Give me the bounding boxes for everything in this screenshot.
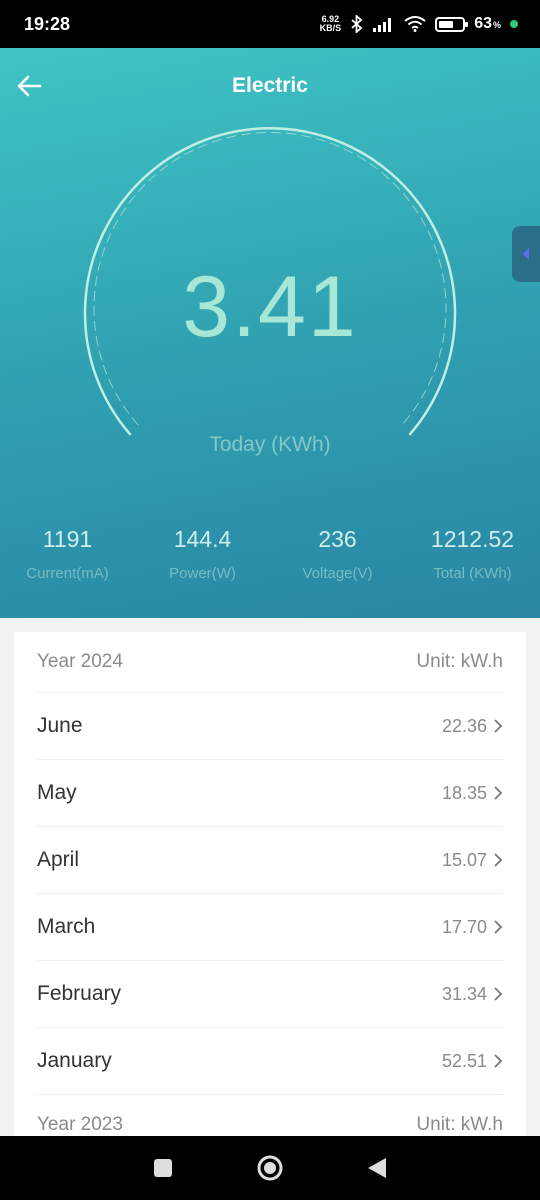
- bluetooth-icon: [351, 15, 363, 33]
- home-circle-icon: [257, 1155, 283, 1181]
- battery-fill: [439, 20, 454, 28]
- month-name: February: [37, 982, 122, 1005]
- gauge-value: 3.41: [182, 259, 358, 355]
- monthly-history-card: Year 2024 Unit: kW.h June 22.36 May 18.3…: [14, 632, 526, 1142]
- stat-value: 236: [318, 526, 357, 552]
- status-bar: 19:28 6.92 KB/S 63%: [0, 0, 540, 48]
- stat-label: Total (KWh): [433, 565, 512, 582]
- chevron-right-icon: [494, 786, 503, 800]
- stat-current: 1191 Current(mA): [0, 526, 135, 582]
- back-nav-button[interactable]: [357, 1148, 397, 1188]
- stat-power: 144.4 Power(W): [135, 526, 270, 582]
- recents-button[interactable]: [143, 1148, 183, 1188]
- month-value: 18.35: [441, 782, 487, 803]
- electric-overview: Electric 3.41 Today (KWh) 1191 Current(m…: [0, 48, 540, 618]
- stats-row: 1191 Current(mA) 144.4 Power(W) 236 Volt…: [0, 526, 540, 582]
- stat-voltage: 236 Voltage(V): [270, 526, 405, 582]
- network-speed: 6.92 KB/S: [320, 15, 342, 33]
- wifi-icon: [404, 16, 426, 32]
- month-name: May: [37, 781, 77, 804]
- system-nav-bar: [0, 1136, 540, 1200]
- month-name: April: [37, 848, 80, 871]
- status-icons: 6.92 KB/S 63%: [320, 15, 518, 33]
- month-value: 17.70: [441, 916, 487, 937]
- stat-label: Current(mA): [26, 565, 109, 582]
- month-row-june[interactable]: June 22.36: [37, 693, 503, 760]
- year-header-2024: Year 2024 Unit: kW.h: [37, 632, 503, 693]
- gauge-label: Today (KWh): [209, 433, 331, 456]
- network-speed-unit: KB/S: [319, 23, 342, 33]
- year-label: Year 2023: [37, 1114, 123, 1135]
- chevron-right-icon: [494, 1054, 503, 1068]
- status-time: 19:28: [24, 13, 71, 34]
- chevron-right-icon: [494, 853, 503, 867]
- chevron-right-icon: [494, 987, 503, 1001]
- battery-percent-unit: %: [492, 20, 501, 30]
- home-button[interactable]: [250, 1148, 290, 1188]
- unit-label: Unit: kW.h: [416, 1114, 503, 1135]
- year-label: Year 2024: [37, 651, 123, 672]
- month-row-march[interactable]: March 17.70: [37, 894, 503, 961]
- month-name: March: [37, 915, 96, 938]
- square-icon: [154, 1159, 173, 1177]
- battery-icon: [435, 16, 469, 32]
- month-value: 22.36: [441, 715, 487, 736]
- month-row-february[interactable]: February 31.34: [37, 961, 503, 1028]
- chevron-right-icon: [494, 920, 503, 934]
- stat-label: Voltage(V): [302, 565, 373, 582]
- battery-percent: 63%: [474, 15, 501, 33]
- month-row-april[interactable]: April 15.07: [37, 827, 503, 894]
- stat-value: 1191: [42, 526, 93, 552]
- month-value: 15.07: [441, 849, 487, 870]
- page-title: Electric: [232, 74, 308, 97]
- signal-icon: [373, 18, 392, 32]
- month-name: June: [37, 714, 83, 737]
- stat-total: 1212.52 Total (KWh): [405, 526, 540, 582]
- month-row-may[interactable]: May 18.35: [37, 760, 503, 827]
- privacy-indicator-dot: [510, 20, 518, 28]
- triangle-back-icon: [367, 1158, 386, 1178]
- month-row-january[interactable]: January 52.51: [37, 1028, 503, 1095]
- chevron-right-icon: [494, 719, 503, 733]
- stat-value: 1212.52: [430, 526, 515, 552]
- month-name: January: [37, 1049, 112, 1072]
- month-value: 52.51: [441, 1050, 487, 1071]
- stat-label: Power(W): [169, 565, 236, 582]
- battery-percent-value: 63: [474, 15, 492, 32]
- unit-label: Unit: kW.h: [416, 651, 503, 672]
- month-value: 31.34: [441, 983, 487, 1004]
- stat-value: 144.4: [173, 526, 232, 552]
